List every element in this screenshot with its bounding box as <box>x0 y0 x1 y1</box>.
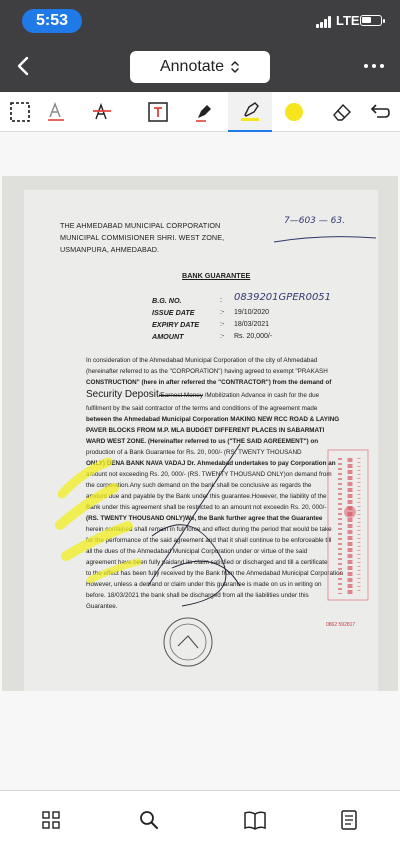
textbox-tool[interactable] <box>142 96 174 128</box>
stamp-number: 0862 592817 <box>326 622 356 628</box>
status-time[interactable]: 5:53 <box>22 9 82 33</box>
outline-button[interactable] <box>334 805 364 835</box>
highlighter-icon <box>241 102 259 121</box>
eraser-icon <box>333 103 351 121</box>
underline-tool[interactable] <box>40 96 72 128</box>
text-strikethrough-icon <box>93 102 111 120</box>
bookmarks-button[interactable] <box>240 805 270 835</box>
book-icon <box>244 811 266 830</box>
bottom-bar <box>0 790 400 866</box>
text-box-icon <box>148 102 168 122</box>
document-page[interactable]: 7—603 — 63. THE AHMEDABAD MUNICIPAL CORP… <box>2 176 398 691</box>
round-seal <box>163 617 213 667</box>
eraser-tool[interactable] <box>326 96 358 128</box>
thumbnails-button[interactable] <box>36 805 66 835</box>
color-swatch-icon <box>285 103 303 121</box>
nav-bar: Annotate <box>0 40 400 92</box>
signature <box>147 443 241 607</box>
color-picker[interactable] <box>278 96 310 128</box>
signal-icon <box>316 16 334 28</box>
select-tool[interactable] <box>4 96 36 128</box>
back-button[interactable] <box>10 52 38 80</box>
more-button[interactable] <box>364 60 388 72</box>
pen-icon <box>196 105 211 122</box>
stamp-graphic <box>327 449 369 601</box>
undo-button[interactable] <box>364 96 396 128</box>
undo-icon <box>370 104 390 118</box>
annotation-toolbar <box>0 92 400 132</box>
more-icon <box>364 64 368 68</box>
grid-icon <box>42 811 60 829</box>
highlighter-tool[interactable] <box>228 92 272 132</box>
document-viewer[interactable]: 7—603 — 63. THE AHMEDABAD MUNICIPAL CORP… <box>0 133 400 790</box>
strikethrough-tool[interactable] <box>86 96 118 128</box>
network-label: LTE <box>336 13 360 28</box>
battery-icon <box>360 15 385 26</box>
document-icon <box>341 810 357 830</box>
search-button[interactable] <box>134 805 164 835</box>
status-bar: 5:53 LTE <box>0 0 400 40</box>
dashed-rect-icon <box>10 102 30 122</box>
mode-title: Annotate <box>159 58 225 75</box>
pen-tool[interactable] <box>188 96 220 128</box>
mode-selector[interactable]: Annotate <box>130 51 270 83</box>
search-icon <box>140 811 158 829</box>
chevron-left-icon <box>17 56 29 76</box>
chevron-updown-icon <box>231 61 239 73</box>
text-underline-icon <box>48 102 64 121</box>
revenue-stamp: 0862 592817 <box>326 448 370 636</box>
